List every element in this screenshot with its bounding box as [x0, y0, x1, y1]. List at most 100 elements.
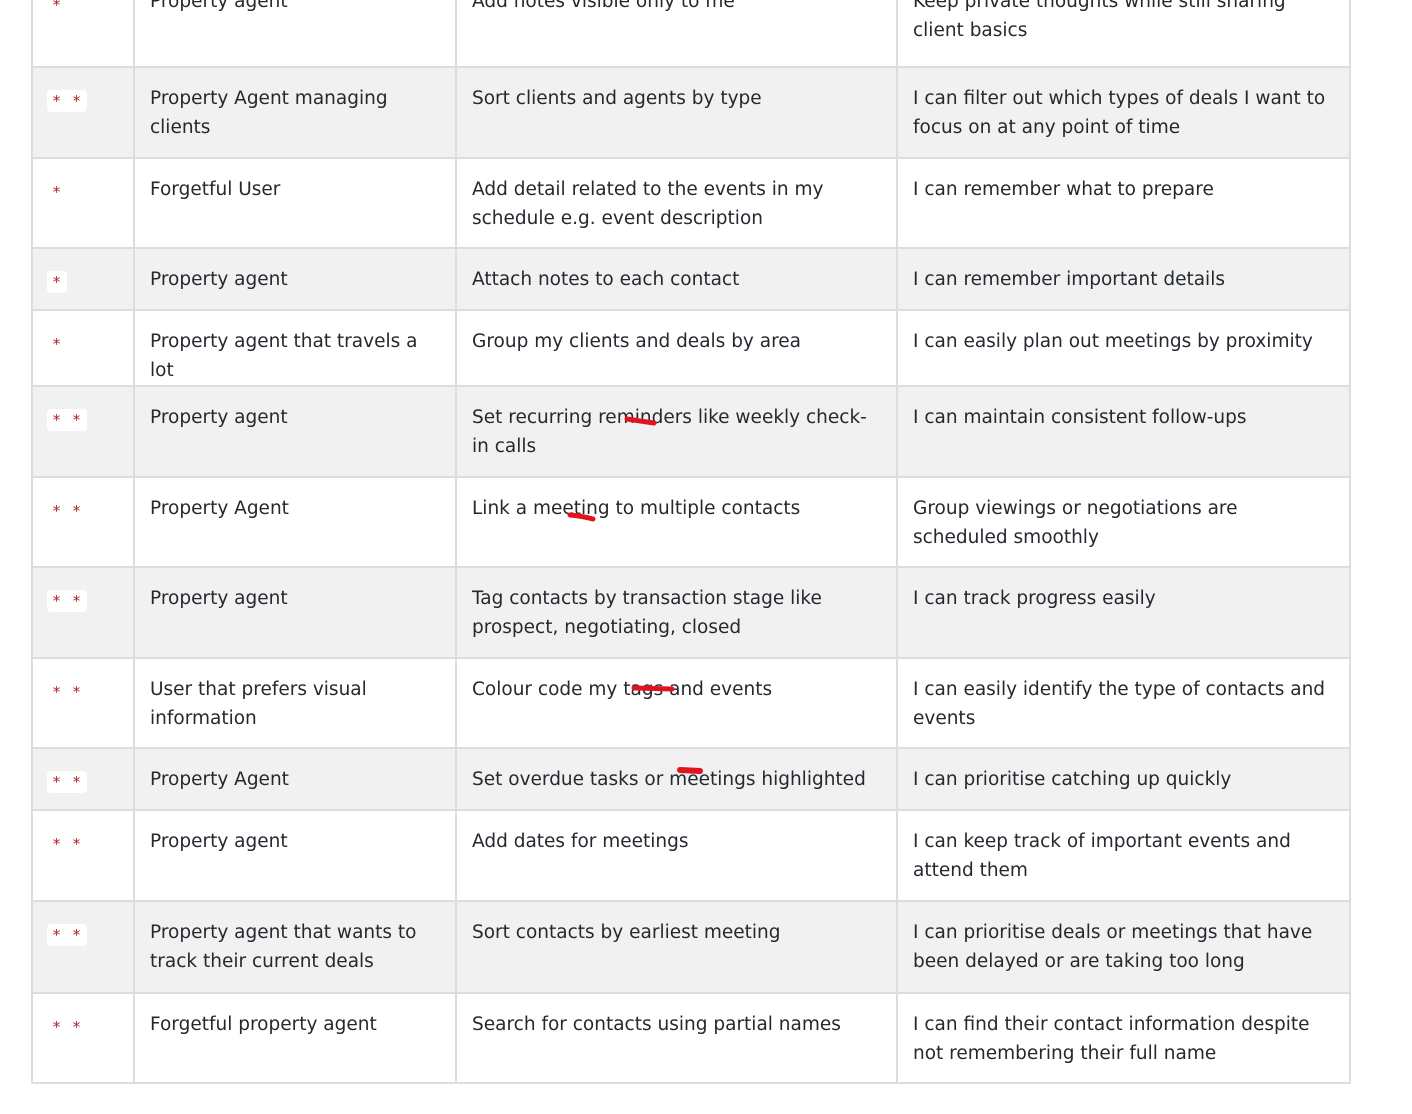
role-cell: Forgetful User	[133, 157, 457, 249]
priority-cell: * *	[31, 66, 135, 159]
benefit-cell: Group viewings or negotiations are sched…	[896, 476, 1351, 568]
benefit-cell: I can find their contact information des…	[896, 992, 1351, 1084]
table-row: * * Property agent Add dates for meeting…	[31, 809, 1351, 902]
priority-cell: * *	[31, 900, 135, 994]
priority-cell: * *	[31, 747, 135, 811]
role-text: Property agent that travels a lot	[150, 331, 418, 381]
role-cell: User that prefers visual information	[133, 657, 457, 749]
table-row: * Forgetful User Add detail related to t…	[31, 157, 1351, 249]
role-text: Property agent	[150, 269, 288, 290]
priority-value: *	[52, 0, 63, 14]
role-cell: Property agent	[133, 385, 457, 478]
benefit-cell: I can filter out which types of deals I …	[896, 66, 1351, 159]
table-row: * * Property agent Set recurring reminde…	[31, 385, 1351, 478]
benefit-text: I can easily plan out meetings by proxim…	[913, 331, 1313, 352]
table-row: * * Forgetful property agent Search for …	[31, 992, 1351, 1084]
priority-cell: *	[31, 0, 135, 68]
role-cell: Property agent	[133, 809, 457, 902]
table-row: * Property agent that travels a lot Grou…	[31, 309, 1351, 387]
benefit-cell: I can prioritise catching up quickly	[896, 747, 1351, 811]
priority-value: * *	[47, 590, 88, 612]
role-text: Property Agent	[150, 498, 289, 519]
role-cell: Property agent that wants to track their…	[133, 900, 457, 994]
priority-value: * *	[52, 1018, 83, 1036]
benefit-text: I can easily identify the type of contac…	[913, 679, 1326, 729]
priority-value: * *	[52, 502, 83, 520]
table-row: * * Property Agent Set overdue tasks or …	[31, 747, 1351, 811]
want-cell: Sort clients and agents by type	[455, 66, 898, 159]
role-cell: Property agent that travels a lot	[133, 309, 457, 387]
role-text: User that prefers visual information	[150, 679, 367, 729]
table-row: * * Property Agent managing clients Sort…	[31, 66, 1351, 159]
role-cell: Property agent	[133, 0, 457, 68]
want-cell: Set overdue tasks or meetings highlighte…	[455, 747, 898, 811]
user-stories-table-container: * Property agent Add notes visible only …	[31, 0, 1351, 1084]
benefit-cell: I can keep track of important events and…	[896, 809, 1351, 902]
role-text: Property agent	[150, 0, 288, 12]
benefit-text: Keep private thoughts while still sharin…	[913, 0, 1286, 41]
priority-value: * *	[52, 835, 83, 853]
benefit-text: I can remember what to prepare	[913, 179, 1214, 200]
role-cell: Property Agent	[133, 476, 457, 568]
table-row: * Property agent Attach notes to each co…	[31, 247, 1351, 311]
want-cell: Sort contacts by earliest meeting	[455, 900, 898, 994]
role-text: Property agent	[150, 407, 288, 428]
priority-value: * *	[52, 683, 83, 701]
role-text: Property agent	[150, 831, 288, 852]
priority-cell: * *	[31, 992, 135, 1084]
benefit-text: I can filter out which types of deals I …	[913, 88, 1326, 138]
want-text: Tag contacts by transaction stage like p…	[472, 588, 822, 638]
want-text: Sort contacts by earliest meeting	[472, 922, 781, 943]
user-stories-table: * Property agent Add notes visible only …	[31, 0, 1351, 1084]
role-text: Forgetful User	[150, 179, 281, 200]
benefit-text: I can find their contact information des…	[913, 1014, 1310, 1064]
benefit-text: I can maintain consistent follow-ups	[913, 407, 1247, 428]
want-cell: Tag contacts by transaction stage like p…	[455, 566, 898, 659]
table-row: * * Property agent that wants to track t…	[31, 900, 1351, 994]
role-text: Property agent that wants to track their…	[150, 922, 417, 972]
want-cell: Set recurring reminders like weekly chec…	[455, 385, 898, 478]
benefit-cell: Keep private thoughts while still sharin…	[896, 0, 1351, 68]
benefit-text: Group viewings or negotiations are sched…	[913, 498, 1238, 548]
priority-cell: *	[31, 157, 135, 249]
role-text: Property Agent managing clients	[150, 88, 388, 138]
role-text: Forgetful property agent	[150, 1014, 377, 1035]
table-row: * Property agent Add notes visible only …	[31, 0, 1351, 68]
priority-cell: * *	[31, 657, 135, 749]
priority-cell: *	[31, 247, 135, 311]
want-text: Add dates for meetings	[472, 831, 689, 852]
want-cell: Add notes visible only to me	[455, 0, 898, 68]
priority-value: * *	[47, 771, 88, 793]
want-cell: Add detail related to the events in my s…	[455, 157, 898, 249]
want-text: Link a meeting to multiple contacts	[472, 498, 801, 519]
priority-value: * *	[47, 90, 88, 112]
priority-cell: * *	[31, 476, 135, 568]
want-cell: Add dates for meetings	[455, 809, 898, 902]
benefit-text: I can track progress easily	[913, 588, 1156, 609]
benefit-text: I can prioritise catching up quickly	[913, 769, 1232, 790]
benefit-cell: I can prioritise deals or meetings that …	[896, 900, 1351, 994]
priority-value: *	[47, 271, 68, 293]
benefit-text: I can remember important details	[913, 269, 1225, 290]
want-cell: Group my clients and deals by area	[455, 309, 898, 387]
want-text: Set recurring reminders like weekly chec…	[472, 407, 867, 457]
priority-value: * *	[47, 924, 88, 946]
benefit-text: I can prioritise deals or meetings that …	[913, 922, 1313, 972]
want-text: Group my clients and deals by area	[472, 331, 802, 352]
want-cell: Attach notes to each contact	[455, 247, 898, 311]
benefit-text: I can keep track of important events and…	[913, 831, 1291, 881]
benefit-cell: I can maintain consistent follow-ups	[896, 385, 1351, 478]
role-cell: Property Agent managing clients	[133, 66, 457, 159]
want-cell: Colour code my tags and events	[455, 657, 898, 749]
priority-value: *	[52, 183, 63, 201]
role-cell: Property agent	[133, 247, 457, 311]
table-row: * * User that prefers visual information…	[31, 657, 1351, 749]
benefit-cell: I can easily identify the type of contac…	[896, 657, 1351, 749]
want-cell: Link a meeting to multiple contacts	[455, 476, 898, 568]
benefit-cell: I can remember important details	[896, 247, 1351, 311]
benefit-cell: I can remember what to prepare	[896, 157, 1351, 249]
want-text: Add detail related to the events in my s…	[472, 179, 824, 229]
priority-cell: * *	[31, 566, 135, 659]
priority-cell: *	[31, 309, 135, 387]
table-row: * * Property Agent Link a meeting to mul…	[31, 476, 1351, 568]
